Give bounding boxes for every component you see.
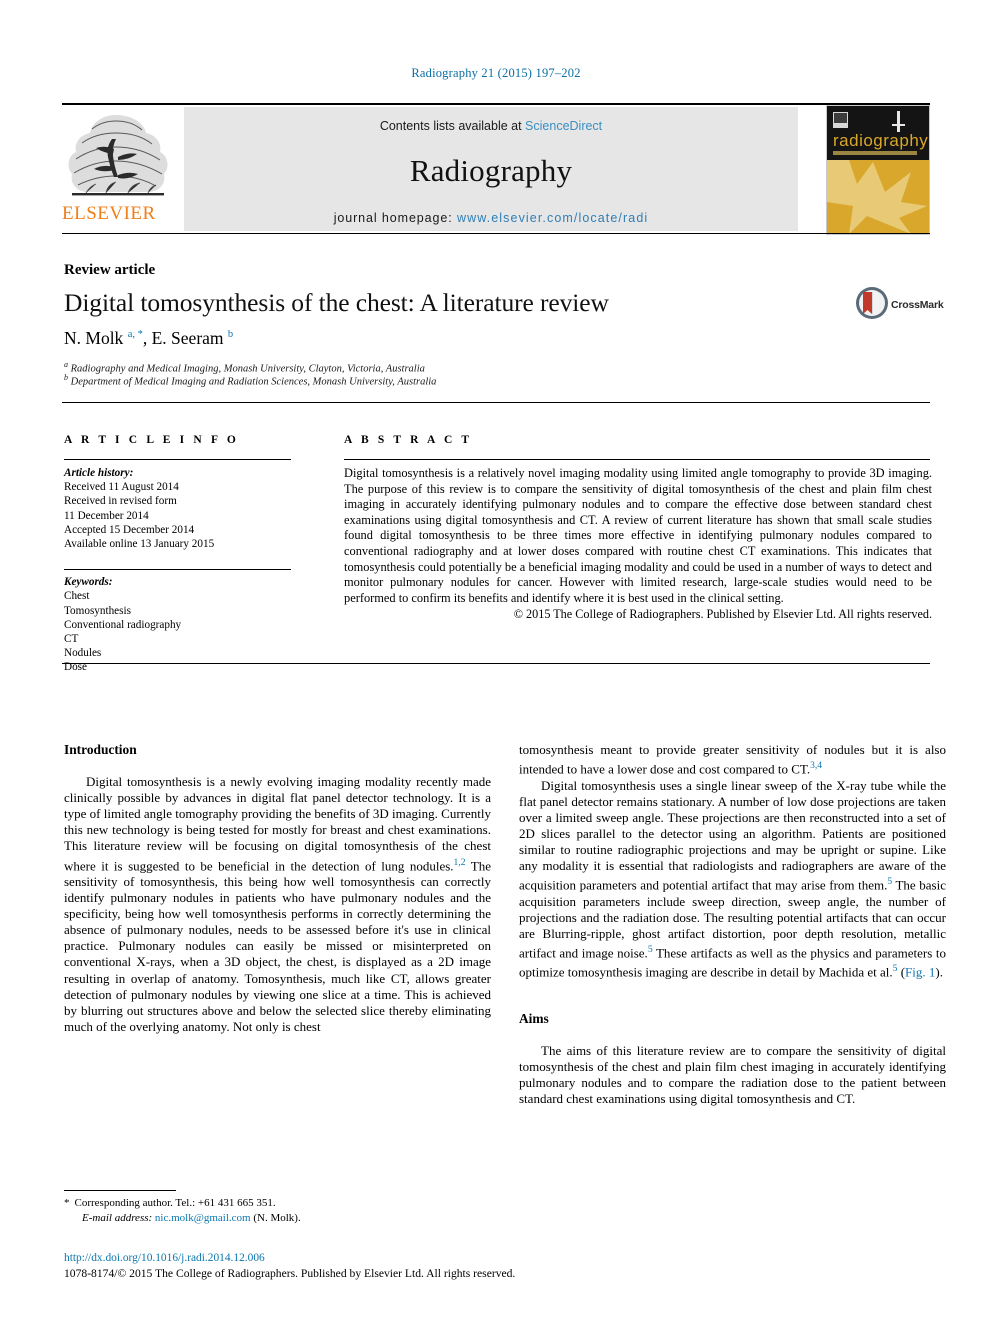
history-4: Available online 13 January 2015 — [64, 538, 215, 551]
history-label: Article history: — [64, 467, 134, 479]
crossmark-icon — [856, 287, 888, 319]
abstract-heading: A B S T R A C T — [344, 434, 473, 446]
keyword-1: Tomosynthesis — [64, 604, 131, 617]
body-column-left: Introduction Digital tomosynthesis is a … — [64, 742, 491, 1035]
journal-cover-art-icon: radiography — [827, 106, 929, 234]
abstract-body: Digital tomosynthesis is a relatively no… — [344, 466, 932, 605]
footnote-rule — [64, 1190, 176, 1191]
email-line: E-mail address: nic.molk@gmail.com (N. M… — [64, 1211, 494, 1226]
keywords-block: Keywords: Chest Tomosynthesis Convention… — [64, 569, 299, 674]
keyword-0: Chest — [64, 590, 90, 603]
journal-title: Radiography — [409, 153, 573, 188]
history-1: Received in revised form — [64, 495, 177, 508]
history-2: 11 December 2014 — [64, 509, 149, 522]
doi-link[interactable]: http://dx.doi.org/10.1016/j.radi.2014.12… — [64, 1252, 265, 1264]
abstract-column: Digital tomosynthesis is a relatively no… — [344, 466, 932, 623]
body-column-right: tomosynthesis meant to provide greater s… — [519, 742, 946, 1107]
abstract-copyright: © 2015 The College of Radiographers. Pub… — [513, 607, 932, 622]
abstract-divider-bottom — [62, 663, 930, 664]
corresponding-author-footnote: * Corresponding author. Tel.: +61 431 665… — [64, 1196, 494, 1225]
email-label: E-mail address: — [82, 1211, 153, 1224]
article-info-heading: A R T I C L E I N F O — [64, 434, 239, 446]
introduction-paragraph: Digital tomosynthesis is a newly evolvin… — [64, 774, 491, 1034]
homepage-label: journal homepage: — [333, 211, 457, 225]
email-owner: (N. Molk). — [253, 1211, 301, 1224]
elsevier-logo: ELSEVIER — [62, 109, 180, 231]
running-head: Radiography 21 (2015) 197–202 — [411, 66, 581, 80]
abstract-rule — [344, 459, 930, 460]
affiliation-b: b Department of Medical Imaging and Radi… — [64, 373, 437, 388]
info-divider-top — [62, 402, 930, 403]
title-divider — [62, 233, 930, 234]
article-info-column: Article history: Received 11 August 2014… — [64, 466, 299, 675]
corresponding-author-text: Corresponding author. Tel.: +61 431 665 … — [74, 1197, 276, 1209]
affiliation-b-text: Department of Medical Imaging and Radiat… — [70, 376, 437, 388]
keywords-label: Keywords: — [64, 576, 113, 589]
history-0: Received 11 August 2014 — [64, 481, 179, 494]
homepage-url[interactable]: www.elsevier.com/locate/radi — [457, 211, 648, 225]
aims-paragraph: The aims of this literature review are t… — [519, 1042, 946, 1106]
corresponding-author-line: * Corresponding author. Tel.: +61 431 665… — [64, 1196, 494, 1211]
elsevier-tree-icon — [68, 115, 168, 196]
journal-masthead: ELSEVIER Contents lists available at Sci… — [62, 103, 930, 235]
acquisition-paragraph: Digital tomosynthesis uses a single line… — [519, 777, 947, 980]
keyword-3: CT — [64, 633, 79, 646]
keyword-2: Conventional radiography — [64, 618, 182, 631]
email-link[interactable]: nic.molk@gmail.com — [155, 1212, 251, 1224]
article-kind: Review article — [64, 262, 156, 278]
keywords-rule — [64, 569, 291, 571]
introduction-paragraph-continued: tomosynthesis meant to provide greater s… — [519, 742, 946, 777]
elsevier-wordmark: ELSEVIER — [62, 203, 156, 224]
paper-page: Radiography 21 (2015) 197–202 ELSEVIER C… — [0, 0, 992, 1323]
journal-band: Contents lists available at ScienceDirec… — [184, 107, 798, 231]
crossmark-label: CrossMark — [891, 299, 944, 311]
asterisk-icon: * — [64, 1197, 70, 1209]
keyword-4: Nodules — [64, 647, 102, 660]
info-rule — [64, 459, 291, 460]
journal-homepage-line: journal homepage: www.elsevier.com/locat… — [184, 211, 798, 225]
imprint-line: 1078-8174/© 2015 The College of Radiogra… — [64, 1267, 516, 1280]
author-list: N. Molk a, *, E. Seeram b — [64, 328, 234, 348]
crossmark-badge[interactable]: CrossMark — [855, 286, 944, 330]
svg-text:radiography: radiography — [833, 131, 928, 150]
sciencedirect-link[interactable]: ScienceDirect — [525, 119, 602, 133]
history-3: Accepted 15 December 2014 — [64, 523, 195, 536]
contents-prefix: Contents lists available at — [379, 119, 526, 133]
contents-line: Contents lists available at ScienceDirec… — [184, 107, 798, 133]
page-title: Digital tomosynthesis of the chest: A li… — [64, 288, 609, 317]
journal-cover-thumbnail: radiography — [826, 105, 930, 235]
aims-heading: Aims — [519, 1010, 549, 1026]
introduction-heading: Introduction — [64, 742, 137, 757]
